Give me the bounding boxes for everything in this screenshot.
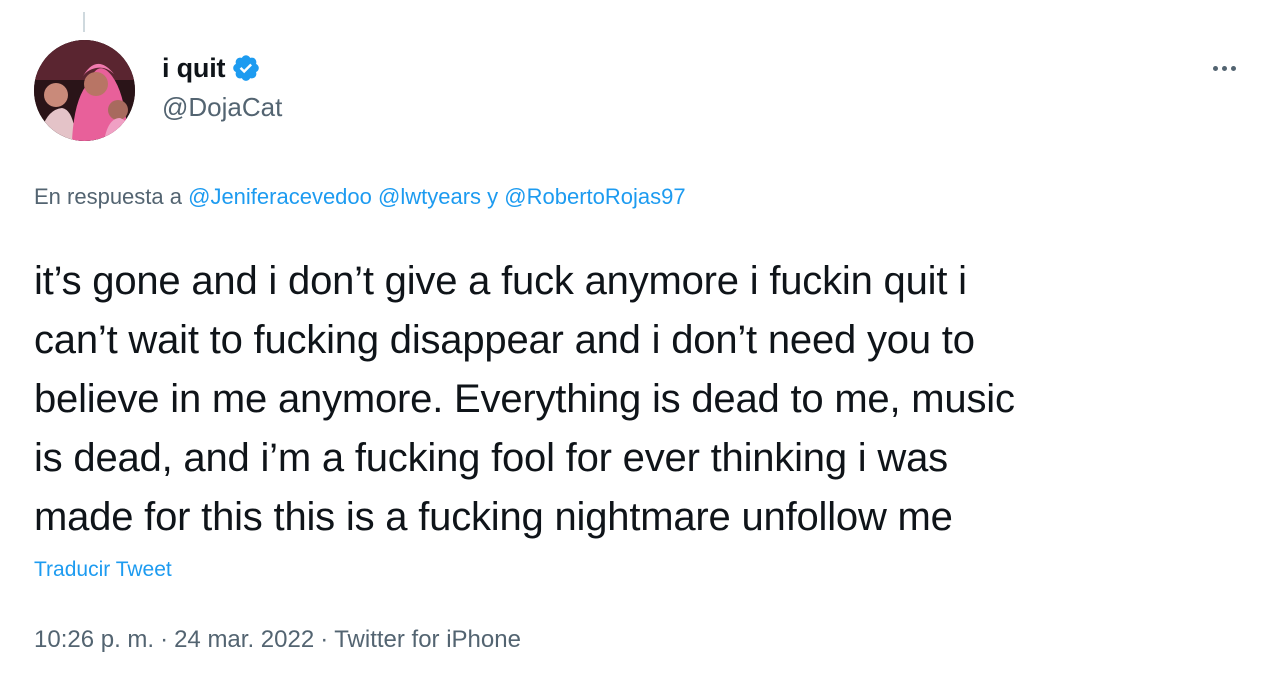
meta-separator: · [320,626,329,653]
meta-separator: · [160,626,169,653]
thread-connector-line [83,12,85,32]
mention-link-jeniferacevedoo[interactable]: @Jeniferacevedoo [188,184,372,209]
translate-tweet-link[interactable]: Traducir Tweet [34,558,172,582]
more-options-icon[interactable] [1204,56,1244,80]
display-name[interactable]: i quit [162,53,225,84]
tweet-date[interactable]: 24 mar. 2022 [174,626,314,653]
mention-link-lwtyears[interactable]: @lwtyears [378,184,481,209]
reply-context: En respuesta a @Jeniferacevedoo @lwtyear… [34,184,686,210]
more-dot [1221,65,1227,71]
reply-conjunction: y [487,184,499,209]
avatar[interactable] [34,40,135,141]
more-dot [1230,65,1236,71]
author-handle[interactable]: @DojaCat [162,92,282,123]
profile-photo-icon [34,40,135,141]
tweet-time[interactable]: 10:26 p. m. [34,626,154,653]
author-name-row[interactable]: i quit [162,50,261,86]
tweet-source[interactable]: Twitter for iPhone [334,626,521,653]
more-dot [1212,65,1218,71]
tweet-metadata: 10:26 p. m. · 24 mar. 2022 · Twitter for iPh… [34,626,521,654]
verified-badge-icon [231,53,261,83]
reply-prefix: En respuesta a [34,184,182,209]
mention-link-robertorojas97[interactable]: @RobertoRojas97 [504,184,685,209]
tweet-text: it’s gone and i don’t give a fuck anymor… [34,259,1015,539]
